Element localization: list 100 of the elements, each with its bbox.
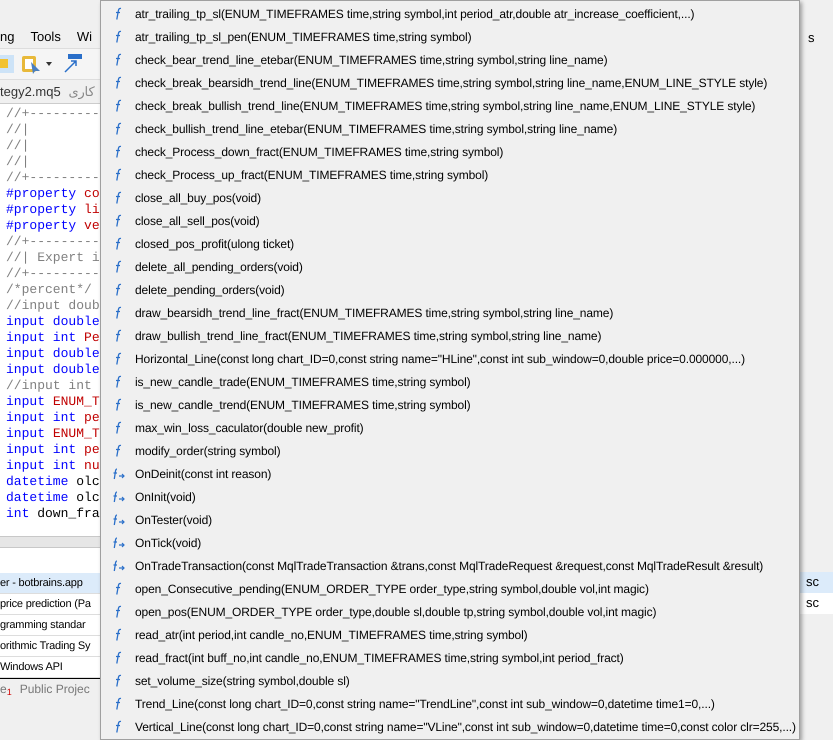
suggestion-item[interactable]: OnInit(void) xyxy=(111,485,799,508)
code-line: //+--------- xyxy=(5,234,100,250)
list-row[interactable]: er - botbrains.app xyxy=(0,573,100,594)
suggestion-item[interactable]: Vertical_Line(const long chart_ID=0,const string name="VLine",const int sub_window=0,datetime time=0,const color clr=255,...) xyxy=(111,715,799,738)
panel-tab[interactable]: e$_{1}$ xyxy=(0,680,12,698)
function-icon xyxy=(113,306,123,320)
suggestion-text: draw_bullish_trend_line_fract(ENUM_TIMEFRAMES time,string symbol,string line_name) xyxy=(135,328,602,344)
list-row[interactable]: sc xyxy=(800,572,833,592)
suggestion-text: Trend_Line(const long chart_ID=0,const string name="TrendLine",const int sub_window=0,datetime time1=0,...) xyxy=(135,696,715,712)
suggestion-item[interactable]: OnDeinit(const int reason) xyxy=(111,462,799,485)
function-icon xyxy=(113,260,123,274)
menu-item[interactable]: ng xyxy=(0,27,14,47)
suggestion-item[interactable]: open_Consecutive_pending(ENUM_ORDER_TYPE order_type,string symbol,double vol,int magic) xyxy=(111,577,799,600)
menu-item[interactable]: Tools xyxy=(30,27,61,47)
function-icon xyxy=(113,30,123,44)
code-line: //+--------- xyxy=(5,170,100,186)
suggestion-text: check_bear_trend_line_etebar(ENUM_TIMEFRAMES time,string symbol,string line_name) xyxy=(135,52,608,68)
suggestion-item[interactable]: check_Process_up_fract(ENUM_TIMEFRAMES time,string symbol) xyxy=(111,163,799,186)
suggestion-text: check_Process_up_fract(ENUM_TIMEFRAMES time,string symbol) xyxy=(135,166,488,184)
code-line: //| xyxy=(5,122,30,138)
suggestion-text: OnTester(void) xyxy=(135,512,212,528)
function-icon xyxy=(113,352,123,366)
list-row[interactable]: sc xyxy=(800,592,833,614)
menu-item[interactable]: Wi xyxy=(76,27,92,47)
function-icon xyxy=(113,168,123,182)
function-icon xyxy=(113,52,123,66)
suggestion-item[interactable]: OnTester(void) xyxy=(111,508,799,531)
suggestion-text: check_break_bearsidh_trend_line(ENUM_TIMEFRAMES time,string symbol,string line_name,ENUM_LINE_STYLE style) xyxy=(135,74,768,92)
clipboard-cursor-icon[interactable] xyxy=(20,53,54,75)
suggestion-item[interactable]: modify_order(string symbol) xyxy=(111,439,799,462)
code-line: /*percent*/ xyxy=(5,282,93,298)
suggestion-text: is_new_candle_trade(ENUM_TIMEFRAMES time,string symbol) xyxy=(135,374,471,390)
suggestion-item[interactable]: Horizontal_Line(const long chart_ID=0,const string name="HLine",const int sub_window=0,double price=0.000000,...) xyxy=(111,347,799,370)
code-line: //input doub xyxy=(5,298,100,314)
code-line: input double xyxy=(5,346,100,362)
suggestion-text: set_volume_size(string symbol,double sl) xyxy=(135,672,350,690)
panel-tab[interactable]: Public Projec xyxy=(20,680,90,698)
suggestion-item[interactable]: check_break_bullish_trend_line(ENUM_TIMEFRAMES time,string symbol,string line_name,ENUM_LINE_STYLE style) xyxy=(111,94,799,117)
function-icon xyxy=(113,604,123,618)
suggestion-item[interactable]: is_new_candle_trend(ENUM_TIMEFRAMES time,string symbol) xyxy=(111,393,799,416)
suggestion-text: atr_trailing_tp_sl(ENUM_TIMEFRAMES time,string symbol,int period_atr,double atr_increase_coefficient,...) xyxy=(135,6,694,22)
suggestion-item[interactable]: check_bullish_trend_line_etebar(ENUM_TIMEFRAMES time,string symbol,string line_name) xyxy=(111,117,799,140)
suggestion-text: check_Process_down_fract(ENUM_TIMEFRAMES time,string symbol) xyxy=(135,144,504,160)
suggestion-item[interactable]: close_all_sell_pos(void) xyxy=(111,209,799,232)
event-function-icon xyxy=(111,466,125,480)
suggestion-item[interactable]: OnTradeTransaction(const MqlTradeTransaction &trans,const MqlTradeRequest &request,const MqlTradeResult &result) xyxy=(111,554,799,577)
function-icon xyxy=(113,582,123,596)
suggestion-text: max_win_loss_caculator(double new_profit) xyxy=(135,420,364,436)
suggestion-item[interactable]: check_bear_trend_line_etebar(ENUM_TIMEFRAMES time,string symbol,string line_name) xyxy=(111,48,799,71)
panel-label: s xyxy=(807,29,814,47)
suggestion-text: delete_all_pending_orders(void) xyxy=(135,258,303,276)
suggestion-text: closed_pos_profit(ulong ticket) xyxy=(135,236,294,252)
function-icon xyxy=(113,190,123,204)
function-icon xyxy=(113,122,123,136)
code-line: input int pe xyxy=(5,442,100,458)
suggestion-item[interactable]: read_atr(int period,int candle_no,ENUM_TIMEFRAMES time,string symbol) xyxy=(111,623,799,646)
suggestion-text: check_break_bullish_trend_line(ENUM_TIMEFRAMES time,string symbol,string line_name,ENUM_LINE_STYLE style) xyxy=(135,98,756,114)
suggestion-item[interactable]: check_break_bearsidh_trend_line(ENUM_TIMEFRAMES time,string symbol,string line_name,ENUM_LINE_STYLE style) xyxy=(111,71,799,94)
suggestion-text: is_new_candle_trend(ENUM_TIMEFRAMES time,string symbol) xyxy=(135,396,471,414)
suggestion-item[interactable]: closed_pos_profit(ulong ticket) xyxy=(111,232,799,255)
function-icon xyxy=(113,214,123,228)
editor-tab[interactable]: tegy2.mq5 xyxy=(0,82,61,102)
suggestion-text: OnTradeTransaction(const MqlTradeTransaction &trans,const MqlTradeRequest &request,const MqlTradeResult &result) xyxy=(135,558,764,574)
function-icon xyxy=(113,444,123,458)
suggestion-item[interactable]: set_volume_size(string symbol,double sl) xyxy=(111,669,799,692)
code-line: //+--------- xyxy=(5,106,100,122)
function-icon xyxy=(113,650,123,664)
code-line: datetime olc xyxy=(5,474,100,490)
suggestion-item[interactable]: close_all_buy_pos(void) xyxy=(111,186,799,209)
code-line: //| xyxy=(5,138,30,154)
function-icon xyxy=(113,98,123,112)
suggestion-text: read_fract(int buff_no,int candle_no,ENUM_TIMEFRAMES time,string symbol,int period_fract) xyxy=(135,650,624,666)
function-icon xyxy=(113,398,123,412)
suggestion-text: close_all_buy_pos(void) xyxy=(135,190,261,206)
suggestion-item[interactable]: draw_bullish_trend_line_fract(ENUM_TIMEFRAMES time,string symbol,string line_name) xyxy=(111,324,799,347)
suggestion-item[interactable]: atr_trailing_tp_sl_pen(ENUM_TIMEFRAMES time,string symbol) xyxy=(111,25,799,48)
suggestion-item[interactable]: OnTick(void) xyxy=(111,531,799,554)
suggestion-item[interactable]: delete_pending_orders(void) xyxy=(111,278,799,301)
suggestion-text: OnDeinit(const int reason) xyxy=(135,466,272,482)
function-icon xyxy=(113,76,123,90)
code-line: int down_fra xyxy=(5,506,100,522)
code-line: datetime olc xyxy=(5,490,100,506)
suggestion-item[interactable]: read_fract(int buff_no,int candle_no,ENUM_TIMEFRAMES time,string symbol,int period_fract) xyxy=(111,646,799,669)
function-icon xyxy=(113,674,123,688)
suggestion-item[interactable]: is_new_candle_trade(ENUM_TIMEFRAMES time,string symbol) xyxy=(111,370,799,393)
suggestion-item[interactable]: atr_trailing_tp_sl(ENUM_TIMEFRAMES time,string symbol,int period_atr,double atr_increase_coefficient,...) xyxy=(111,2,799,25)
suggestion-text: OnTick(void) xyxy=(135,534,202,552)
function-icon xyxy=(113,420,123,434)
code-line: input int pe xyxy=(5,410,100,426)
suggestion-text: open_pos(ENUM_ORDER_TYPE order_type,double sl,double tp,string symbol,double vol,int magic) xyxy=(135,604,656,620)
suggestion-item[interactable]: open_pos(ENUM_ORDER_TYPE order_type,double sl,double tp,string symbol,double vol,int magic) xyxy=(111,600,799,623)
suggestion-item[interactable]: check_Process_down_fract(ENUM_TIMEFRAMES time,string symbol) xyxy=(111,140,799,163)
suggestion-item[interactable]: delete_all_pending_orders(void) xyxy=(111,255,799,278)
suggestion-item[interactable]: draw_bearsidh_trend_line_fract(ENUM_TIMEFRAMES time,string symbol,string line_name) xyxy=(111,301,799,324)
suggestion-item[interactable]: Trend_Line(const long chart_ID=0,const string name="TrendLine",const int sub_window=0,datetime time1=0,...) xyxy=(111,692,799,715)
suggestion-item[interactable]: max_win_loss_caculator(double new_profit) xyxy=(111,416,799,439)
function-icon xyxy=(113,374,123,388)
code-line: #property co xyxy=(5,186,100,202)
function-icon xyxy=(113,628,123,642)
code-line: //| xyxy=(5,154,30,170)
